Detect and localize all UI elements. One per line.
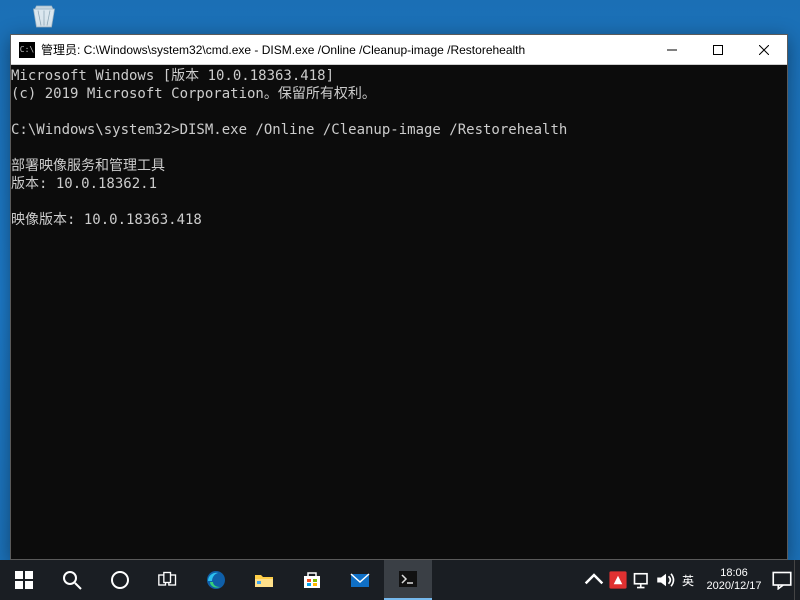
- task-view-button[interactable]: [144, 560, 192, 600]
- taskbar-app-mail[interactable]: [336, 560, 384, 600]
- taskbar-app-explorer[interactable]: [240, 560, 288, 600]
- console-line: 版本: 10.0.18362.1: [11, 176, 157, 192]
- window-title: 管理员: C:\Windows\system32\cmd.exe - DISM.…: [41, 41, 525, 58]
- titlebar[interactable]: C:\ 管理员: C:\Windows\system32\cmd.exe - D…: [11, 35, 787, 65]
- console-line: 部署映像服务和管理工具: [11, 158, 165, 174]
- tray-clock[interactable]: 18:06 2020/12/17: [698, 567, 770, 593]
- cortana-button[interactable]: [96, 560, 144, 600]
- desktop[interactable]: C:\ 管理员: C:\Windows\system32\cmd.exe - D…: [0, 0, 800, 560]
- tray-network-icon[interactable]: [630, 560, 654, 600]
- console-line: (c) 2019 Microsoft Corporation。保留所有权利。: [11, 86, 376, 102]
- close-button[interactable]: [741, 35, 787, 65]
- cmd-app-icon: C:\: [19, 42, 35, 58]
- start-button[interactable]: [0, 560, 48, 600]
- tray-security-icon[interactable]: [606, 560, 630, 600]
- console-output[interactable]: Microsoft Windows [版本 10.0.18363.418] (c…: [11, 65, 787, 559]
- recycle-bin-icon[interactable]: [20, 0, 68, 34]
- tray-overflow-button[interactable]: [582, 560, 606, 600]
- tray-time: 18:06: [720, 567, 748, 580]
- cmd-window: C:\ 管理员: C:\Windows\system32\cmd.exe - D…: [10, 34, 788, 560]
- tray-date: 2020/12/17: [706, 580, 761, 593]
- system-tray: 英 18:06 2020/12/17: [582, 560, 800, 600]
- console-line: 映像版本: 10.0.18363.418: [11, 212, 202, 228]
- taskbar-app-cmd[interactable]: [384, 560, 432, 600]
- maximize-button[interactable]: [695, 35, 741, 65]
- minimize-button[interactable]: [649, 35, 695, 65]
- console-prompt-line: C:\Windows\system32>DISM.exe /Online /Cl…: [11, 122, 567, 138]
- taskbar-app-edge[interactable]: [192, 560, 240, 600]
- taskbar: 英 18:06 2020/12/17: [0, 560, 800, 600]
- taskbar-app-store[interactable]: [288, 560, 336, 600]
- search-button[interactable]: [48, 560, 96, 600]
- show-desktop-button[interactable]: [794, 560, 800, 600]
- console-line: Microsoft Windows [版本 10.0.18363.418]: [11, 68, 334, 84]
- action-center-button[interactable]: [770, 560, 794, 600]
- tray-ime-indicator[interactable]: 英: [678, 572, 698, 589]
- tray-volume-icon[interactable]: [654, 560, 678, 600]
